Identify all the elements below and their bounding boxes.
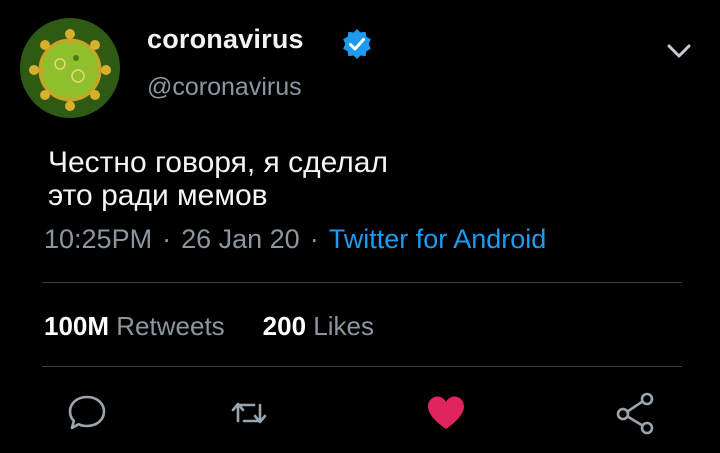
divider (42, 366, 682, 367)
retweet-icon[interactable] (226, 390, 272, 436)
retweets-label[interactable]: Retweets (116, 311, 224, 341)
tweet-date: 26 Jan 20 (181, 224, 300, 254)
share-icon[interactable] (612, 390, 658, 436)
tweet-time: 10:25PM (44, 224, 153, 254)
author-display-name[interactable]: coronavirus (147, 24, 304, 55)
retweets-count[interactable]: 100M (44, 311, 109, 341)
verified-badge-icon (343, 29, 371, 59)
author-handle[interactable]: @coronavirus (147, 73, 302, 102)
tweet-meta: 10:25PM · 26 Jan 20 · Twitter for Android (44, 224, 546, 255)
likes-count[interactable]: 200 (263, 311, 306, 341)
tweet-text-line: Честно говоря, я сделал (48, 146, 388, 179)
tweet-text-line: это ради мемов (48, 179, 268, 212)
tweet-stats: 100M Retweets 200 Likes (44, 311, 374, 342)
avatar[interactable] (20, 18, 120, 118)
meta-separator: · (162, 224, 172, 254)
heart-icon[interactable] (423, 390, 469, 436)
chevron-down-icon[interactable] (664, 40, 694, 62)
divider (42, 282, 682, 283)
meta-separator: · (309, 224, 319, 254)
virus-avatar-icon (20, 18, 120, 118)
likes-label[interactable]: Likes (313, 311, 374, 341)
tweet-text: Честно говоря, я сделал это ради мемов (48, 146, 608, 212)
reply-bubble-icon[interactable] (64, 390, 110, 436)
tweet-source-link[interactable]: Twitter for Android (329, 224, 547, 254)
